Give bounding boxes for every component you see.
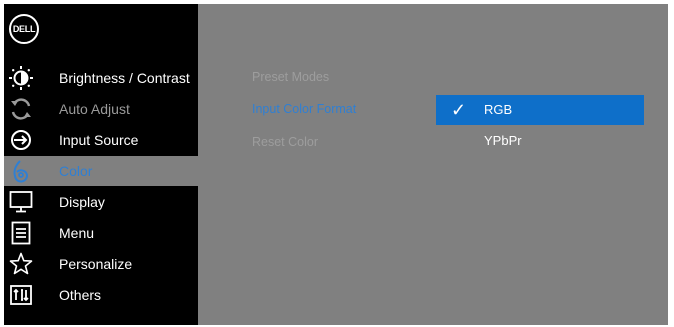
logo-text: DELL: [12, 24, 36, 34]
menu-label: Others: [59, 287, 102, 303]
menu-label: Input Source: [59, 132, 139, 148]
submenu-reset-color[interactable]: Reset Color: [252, 132, 318, 152]
menu-item-others[interactable]: Others: [4, 280, 198, 310]
option-label: YPbPr: [484, 133, 522, 148]
submenu-preset-modes[interactable]: Preset Modes: [252, 67, 329, 87]
input-source-icon: [11, 130, 31, 150]
sidebar: DELL Brightness / Contrast Auto Adjust I…: [4, 4, 198, 325]
menu-label: Personalize: [59, 256, 133, 272]
submenu-input-color-format[interactable]: Input Color Format: [252, 99, 356, 119]
color-submenu-panel: Preset Modes Input Color Format Reset Co…: [198, 4, 668, 325]
display-icon: [9, 191, 33, 213]
menu-icon: [11, 221, 31, 245]
menu-item-brightness-contrast[interactable]: Brightness / Contrast: [4, 63, 198, 93]
menu-label: Menu: [59, 225, 95, 241]
menu-item-color[interactable]: Color: [4, 156, 198, 186]
checkmark-icon: ✓: [451, 100, 467, 120]
menu-item-personalize[interactable]: Personalize: [4, 249, 198, 279]
menu-item-display[interactable]: Display: [4, 187, 198, 217]
star-icon: [9, 252, 33, 275]
option-ypbpr[interactable]: YPbPr: [436, 126, 644, 156]
menu-item-menu[interactable]: Menu: [4, 218, 198, 248]
menu-label: Display: [59, 194, 105, 210]
others-icon: [10, 285, 32, 305]
option-label: RGB: [484, 102, 513, 117]
menu-label: Auto Adjust: [59, 101, 130, 117]
menu-label: Color: [59, 163, 93, 179]
brightness-icon: [9, 66, 33, 90]
option-rgb[interactable]: ✓ RGB: [436, 95, 644, 125]
auto-adjust-icon: [11, 98, 31, 120]
menu-item-input-source[interactable]: Input Source: [4, 125, 198, 155]
color-icon: [13, 160, 28, 183]
dell-logo: DELL: [9, 14, 39, 44]
osd-window: DELL Brightness / Contrast Auto Adjust I…: [4, 4, 668, 325]
menu-label: Brightness / Contrast: [59, 70, 190, 86]
menu-item-auto-adjust[interactable]: Auto Adjust: [4, 94, 198, 124]
